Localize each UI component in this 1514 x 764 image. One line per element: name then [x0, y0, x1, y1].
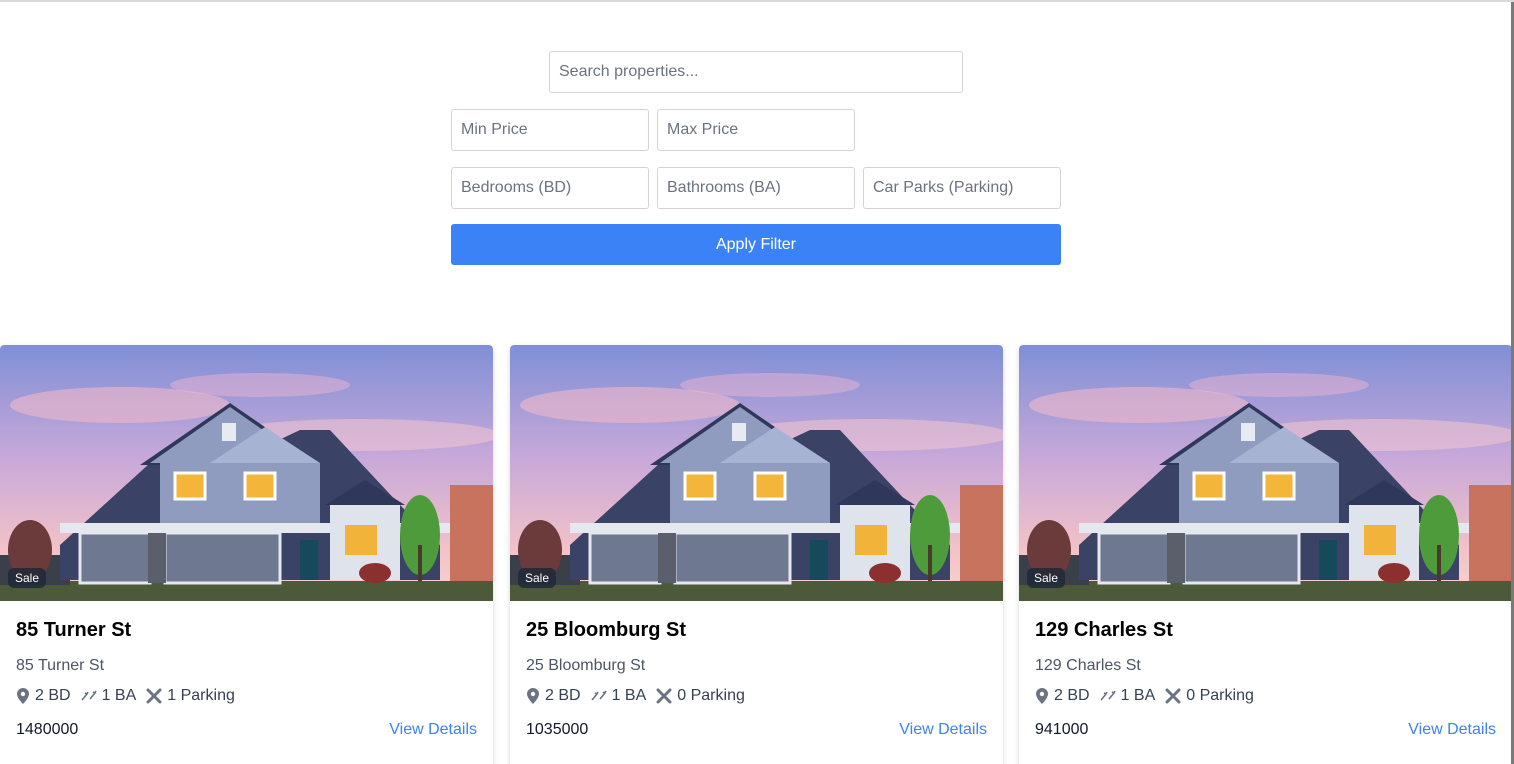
map-pin-icon — [527, 688, 539, 704]
sale-badge: Sale — [518, 568, 557, 588]
listing-card[interactable]: Sale 85 Turner St 85 Turner St 2 BD 1 BA — [0, 345, 493, 764]
bathrooms-label: 1 BA — [1120, 687, 1156, 704]
bathrooms-label: 1 BA — [611, 687, 647, 704]
car-parks-input[interactable] — [863, 167, 1061, 209]
bedrooms-feature: 2 BD — [16, 687, 71, 705]
listing-address: 85 Turner St — [16, 657, 105, 674]
listing-features: 2 BD 1 BA 0 Parking — [526, 687, 755, 705]
bathrooms-feature: 1 BA — [1099, 687, 1156, 705]
bathrooms-feature: 1 BA — [590, 687, 647, 705]
map-pin-icon — [1036, 688, 1048, 704]
shower-icon — [80, 690, 97, 701]
house-photo-graphic — [1019, 345, 1512, 601]
parking-label: 0 Parking — [677, 687, 745, 704]
parking-feature: 0 Parking — [1165, 687, 1254, 705]
tools-icon — [656, 688, 672, 704]
listing-title[interactable]: 25 Bloomburg St — [526, 619, 686, 642]
listing-address: 25 Bloomburg St — [526, 657, 646, 674]
bedrooms-feature: 2 BD — [1035, 687, 1090, 705]
view-details-link[interactable]: View Details — [1408, 721, 1496, 739]
bathrooms-feature: 1 BA — [80, 687, 137, 705]
parking-feature: 1 Parking — [146, 687, 235, 705]
listing-features: 2 BD 1 BA 0 Parking — [1035, 687, 1264, 705]
tools-icon — [146, 688, 162, 704]
bathrooms-label: 1 BA — [101, 687, 137, 704]
tools-icon — [1165, 688, 1181, 704]
page: Apply Filter — [0, 0, 1514, 764]
apply-filter-button[interactable]: Apply Filter — [451, 224, 1061, 265]
listing-features: 2 BD 1 BA 1 Parking — [16, 687, 245, 705]
min-price-input[interactable] — [451, 109, 649, 151]
listing-title[interactable]: 129 Charles St — [1035, 619, 1173, 642]
parking-feature: 0 Parking — [656, 687, 745, 705]
bedrooms-label: 2 BD — [35, 687, 71, 704]
listing-address: 129 Charles St — [1035, 657, 1141, 674]
bedrooms-label: 2 BD — [1054, 687, 1090, 704]
parking-label: 0 Parking — [1186, 687, 1254, 704]
property-photo[interactable]: Sale — [510, 345, 1003, 601]
sale-badge: Sale — [8, 568, 47, 588]
property-photo[interactable]: Sale — [0, 345, 493, 601]
bathrooms-input[interactable] — [657, 167, 855, 209]
listing-card[interactable]: Sale 129 Charles St 129 Charles St 2 BD … — [1019, 345, 1512, 764]
listing-card[interactable]: Sale 25 Bloomburg St 25 Bloomburg St 2 B… — [510, 345, 1003, 764]
max-price-input[interactable] — [657, 109, 855, 151]
view-details-link[interactable]: View Details — [899, 721, 987, 739]
house-photo-graphic — [0, 345, 493, 601]
parking-label: 1 Parking — [167, 687, 235, 704]
shower-icon — [590, 690, 607, 701]
listing-title[interactable]: 85 Turner St — [16, 619, 131, 642]
bedrooms-feature: 2 BD — [526, 687, 581, 705]
house-photo-graphic — [510, 345, 1003, 601]
bedrooms-label: 2 BD — [545, 687, 581, 704]
view-details-link[interactable]: View Details — [389, 721, 477, 739]
sale-badge: Sale — [1027, 568, 1066, 588]
bedrooms-input[interactable] — [451, 167, 649, 209]
listing-price: 1480000 — [16, 721, 79, 738]
property-photo[interactable]: Sale — [1019, 345, 1512, 601]
search-input[interactable] — [549, 51, 963, 93]
listing-price: 941000 — [1035, 721, 1089, 738]
listing-price: 1035000 — [526, 721, 589, 738]
map-pin-icon — [17, 688, 29, 704]
shower-icon — [1099, 690, 1116, 701]
